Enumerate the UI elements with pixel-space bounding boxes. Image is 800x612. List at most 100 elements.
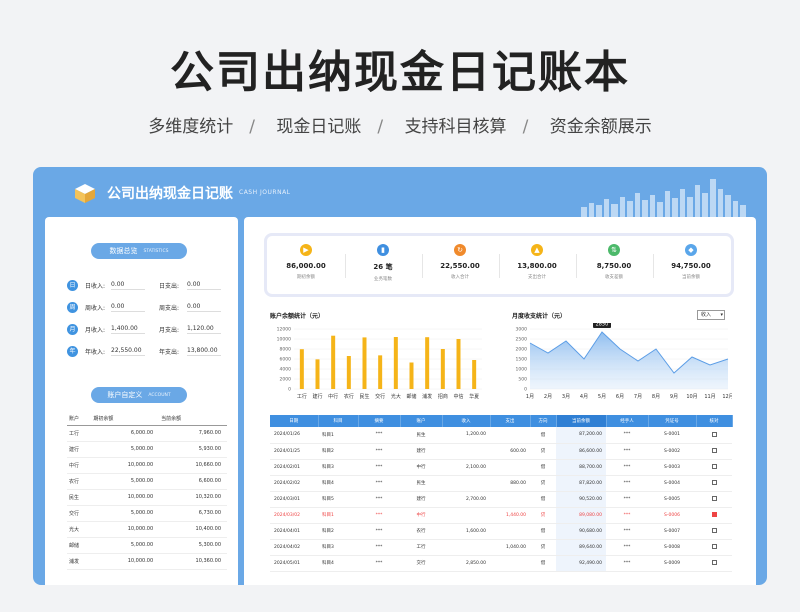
- ledger-row[interactable]: 2024/02/02 科目4 *** 民生 880.00 贷 87,820.00 *** S-0…: [270, 475, 732, 492]
- bar-mark: [425, 337, 430, 389]
- account-col-header: 当前余额: [159, 413, 227, 426]
- ledger-cell: [490, 523, 530, 540]
- bar-y-tick: 12000: [277, 327, 291, 333]
- income-select[interactable]: 收入 ▾: [697, 310, 725, 320]
- ledger-col-header: 账户: [400, 415, 443, 427]
- ledger-cell: ***: [358, 523, 400, 540]
- ledger-cell: S-0002: [648, 443, 696, 460]
- feature-2: 现金日记账: [276, 117, 362, 137]
- ledger-cell: S-0009: [648, 555, 696, 572]
- account-row: 建行 5,000.00 5,930.00: [67, 441, 227, 458]
- verify-checkbox[interactable]: [711, 512, 717, 517]
- verify-checkbox[interactable]: [711, 448, 717, 453]
- ledger-row[interactable]: 2024/01/26 科目1 *** 民生 1,200.00 借 87,200.00 *** S…: [270, 427, 732, 444]
- account-pill-sub: ACCOUNT: [148, 392, 171, 398]
- bar-mark: [393, 337, 398, 389]
- ledger-row[interactable]: 2024/04/02 科目3 *** 工行 1,040.00 贷 89,640.00 *** S…: [270, 539, 732, 556]
- kpi-icon: ▶: [300, 244, 312, 256]
- ledger-cell: 880.00: [490, 475, 530, 492]
- verify-checkbox[interactable]: [711, 528, 717, 533]
- ledger-cell: 1,440.00: [490, 507, 530, 524]
- verify-checkbox[interactable]: [711, 464, 717, 469]
- bar-x-label: 农行: [344, 393, 354, 400]
- ledger-row[interactable]: 2024/01/25 科目2 *** 建行 600.00 贷 86,600.00 *** S-0…: [270, 443, 732, 460]
- line-y-tick: 1500: [516, 357, 528, 363]
- ledger-cell: 2024/03/02: [270, 507, 318, 524]
- ledger-check-cell: [696, 555, 732, 572]
- ledger-cell: 贷: [530, 475, 556, 492]
- stat-in-label: 周收入:: [85, 305, 106, 312]
- ledger-cell: 工行: [400, 539, 442, 556]
- ledger-cell: 科目3: [318, 459, 358, 476]
- account-amount-cell: 10,660.00: [159, 457, 227, 474]
- kpi-icon: ▮: [377, 244, 389, 256]
- verify-checkbox[interactable]: [711, 496, 717, 501]
- ledger-cell: 借: [530, 459, 556, 476]
- monthly-income-line-chart: 0 500 1000 1500 2000 2500 3000 1月 2月 3月 4月 5月 6月 7月 8月…: [516, 323, 732, 400]
- feature-3: 支持科目核算: [404, 117, 507, 137]
- ledger-row[interactable]: 2024/05/01 科目4 *** 交行 2,850.00 借 92,490.00 *** S…: [270, 555, 732, 572]
- main-content: ▶ 86,000.00 期初余额 ▮ 26 笔业务笔数 ↻ 22,550.00 收入合计 ▲ 13…: [244, 217, 756, 585]
- account-name-cell: 中行: [67, 457, 92, 474]
- ledger-cell: 89,080.00: [556, 507, 606, 524]
- account-row: 光大 10,000.00 10,400.00: [67, 521, 227, 538]
- ledger-cell: ***: [606, 507, 648, 524]
- bar-mark: [299, 349, 304, 389]
- bar-mark: [346, 356, 351, 389]
- ledger-check-cell: [696, 523, 732, 540]
- bar-y-tick: 8000: [280, 347, 292, 353]
- ledger-cell: 科目1: [318, 507, 358, 524]
- kpi-divider: [653, 254, 654, 278]
- account-row: 工行 6,000.00 7,960.00: [67, 425, 227, 442]
- account-amount-cell: 10,000.00: [91, 489, 160, 506]
- ledger-cell: 2024/02/02: [270, 475, 318, 492]
- bar-x-label: 工行: [297, 393, 307, 400]
- ledger-cell: 92,490.00: [556, 555, 606, 572]
- ledger-col-header: 方向: [530, 415, 557, 427]
- ledger-row[interactable]: 2024/03/02 科目1 *** 中行 1,440.00 贷 89,080.00 *** S…: [270, 507, 732, 524]
- verify-checkbox[interactable]: [711, 431, 717, 437]
- account-amount-cell: 5,000.00: [91, 505, 160, 522]
- ledger-cell: S-0007: [648, 523, 696, 540]
- ledger-cell: ***: [606, 475, 648, 492]
- ledger-cell: 科目4: [318, 555, 358, 572]
- account-amount-cell: 6,730.00: [159, 505, 227, 522]
- ledger-check-cell: [696, 539, 732, 556]
- ledger-row[interactable]: 2024/04/01 科目2 *** 农行 1,600.00 借 90,680.00 *** S…: [270, 523, 732, 540]
- stat-row-year: 年 年收入: 22,550.00 年支出: 13,800.00: [67, 345, 227, 359]
- bar-mark: [362, 337, 367, 389]
- hero-title: 公司出纳现金日记账本: [170, 47, 630, 98]
- panel-header: 公司出纳现金日记账 CASH JOURNAL: [33, 167, 767, 217]
- ledger-row[interactable]: 2024/02/01 科目3 *** 中行 2,100.00 借 88,700.00 *** S…: [270, 459, 732, 476]
- kpi-value: 13,800.00: [517, 262, 557, 270]
- ledger-cell: 2024/01/25: [270, 443, 318, 460]
- account-amount-cell: 5,930.00: [159, 441, 227, 458]
- stat-in-label: 年收入:: [85, 349, 106, 356]
- ledger-cell: 借: [530, 555, 556, 572]
- ledger-cell: 科目1: [318, 427, 358, 444]
- verify-checkbox[interactable]: [711, 480, 717, 485]
- ledger-cell: [442, 443, 490, 460]
- ledger-cell: ***: [606, 555, 648, 572]
- kpi-label: 收入合计: [451, 275, 469, 280]
- bar-y-tick: 0: [288, 387, 291, 393]
- kpi-card: ▮ 26 笔业务笔数: [348, 244, 418, 282]
- ledger-cell: 87,200.00: [556, 427, 606, 444]
- ledger-row[interactable]: 2024/03/01 科目5 *** 建行 2,700.00 借 90,520.00 *** S…: [270, 491, 732, 508]
- ledger-cell: 2024/01/26: [270, 427, 318, 444]
- stat-out-value: 1,120.00: [187, 325, 221, 334]
- ledger-cell: 中行: [400, 459, 442, 476]
- ledger-cell: ***: [358, 491, 400, 508]
- stat-in-value: 0.00: [111, 303, 145, 312]
- account-amount-cell: 10,400.00: [159, 521, 227, 538]
- journal-ledger-table: 日期 科目 摘要 账户 收入 支出 方向 当前余额 经手人 凭证号 核对 2024/01/26 科目1…: [270, 415, 733, 572]
- bar-x-label: 民生: [359, 393, 369, 400]
- account-col-header: 账户: [67, 413, 92, 426]
- verify-checkbox[interactable]: [711, 544, 717, 549]
- stat-in-value: 22,550.00: [111, 347, 145, 356]
- bar-x-label: 中行: [328, 393, 338, 400]
- account-amount-cell: 10,000.00: [91, 521, 160, 538]
- verify-checkbox[interactable]: [711, 560, 717, 565]
- account-pill: 账户自定义 ACCOUNT: [91, 387, 187, 403]
- ledger-check-cell: [696, 427, 732, 444]
